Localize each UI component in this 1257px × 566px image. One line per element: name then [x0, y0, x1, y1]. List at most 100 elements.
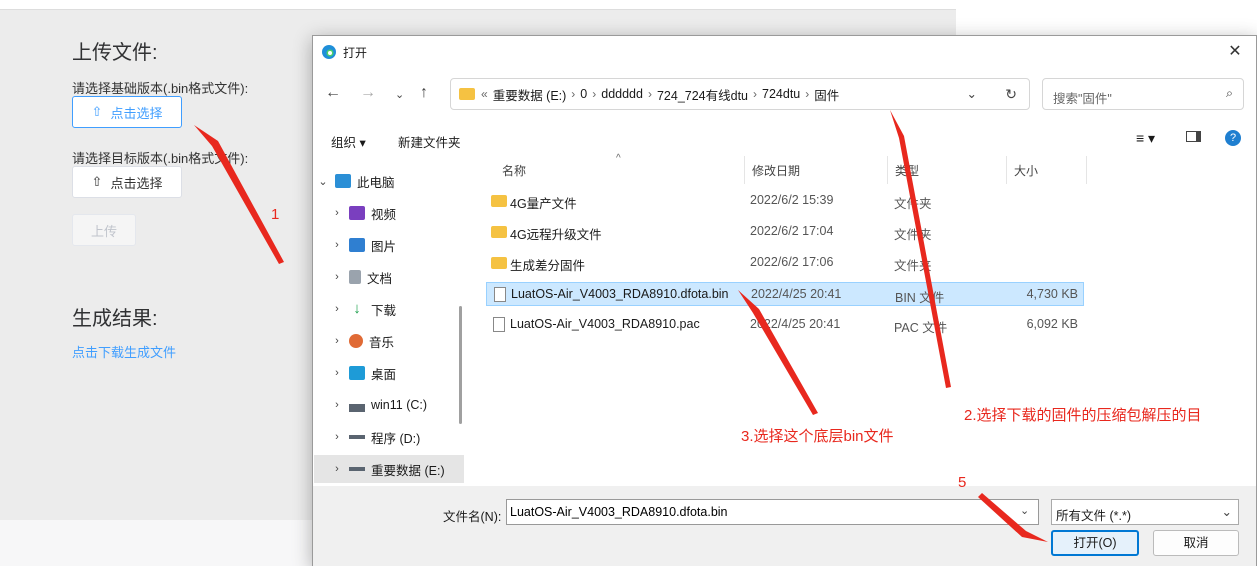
file-size: 6,092 KB: [1026, 317, 1078, 331]
chevron-right-icon[interactable]: ›: [328, 207, 346, 219]
breadcrumb-firmware[interactable]: 固件: [814, 85, 839, 104]
folder-icon: [491, 226, 507, 238]
base-select-button[interactable]: ⇧ 点击选择: [72, 96, 182, 128]
file-name: LuatOS-Air_V4003_RDA8910.pac: [510, 317, 700, 331]
file-row-selected[interactable]: LuatOS-Air_V4003_RDA8910.dfota.bin 2022/…: [486, 282, 1084, 306]
breadcrumb-dddddd[interactable]: dddddd: [601, 87, 643, 101]
refresh-icon[interactable]: ↻: [1005, 86, 1017, 103]
video-icon: [349, 206, 365, 220]
up-arrow-icon[interactable]: ↑: [420, 84, 428, 102]
navigation-pane: ⌄ 此电脑 › 视频 › 图片 › 文档 › ↓ 下载 › 音乐 › 桌面 › win11 (C:…: [314, 156, 467, 486]
result-title: 生成结果:: [72, 308, 158, 330]
file-row[interactable]: 生成差分固件 2022/6/2 17:06 文件夹: [486, 251, 1084, 275]
nav-label: 桌面: [371, 367, 397, 382]
nav-item-drive-c[interactable]: › win11 (C:): [314, 391, 464, 419]
chevron-right-icon[interactable]: ›: [328, 431, 346, 443]
organize-menu[interactable]: 组织 ▾: [331, 132, 366, 151]
file-row[interactable]: 4G量产文件 2022/6/2 15:39 文件夹: [486, 189, 1084, 213]
download-icon: ↓: [353, 300, 361, 317]
nav-item-desktop[interactable]: › 桌面: [314, 359, 464, 387]
chevron-right-icon: ›: [753, 87, 758, 101]
column-header-type[interactable]: 类型: [887, 162, 919, 186]
file-type-select[interactable]: 所有文件 (*.*) ⌄: [1051, 499, 1239, 525]
nav-label: 重要数据 (E:): [371, 463, 445, 478]
nav-label: 音乐: [369, 335, 395, 350]
file-type: 文件夹: [894, 197, 932, 211]
address-dropdown-icon[interactable]: ⌄: [967, 86, 977, 101]
base-select-label: 点击选择: [110, 105, 163, 121]
dialog-titlebar: 打开 ✕: [313, 36, 1256, 68]
command-bar: 组织 ▾ 新建文件夹 ≡ ▾ ?: [313, 122, 1256, 156]
chevron-down-icon: ⌄: [1221, 505, 1232, 519]
chevron-right-icon: ›: [592, 87, 597, 101]
upload-button[interactable]: 上传: [72, 214, 136, 246]
file-date: 2022/4/25 20:41: [751, 287, 842, 301]
chevron-right-icon[interactable]: ›: [328, 239, 346, 251]
breadcrumb-724-dtu[interactable]: 724_724有线dtu: [657, 85, 748, 104]
nav-item-downloads[interactable]: › ↓ 下载: [314, 295, 464, 323]
chevron-right-icon[interactable]: ›: [328, 335, 346, 347]
back-arrow-icon[interactable]: ←: [325, 84, 341, 102]
upload-icon: ⇧: [91, 104, 103, 119]
column-header-date[interactable]: 修改日期: [744, 162, 800, 186]
nav-scrollbar[interactable]: [459, 306, 462, 424]
chevron-right-icon[interactable]: ›: [328, 399, 346, 411]
column-header-name[interactable]: 名称: [494, 162, 526, 186]
file-row[interactable]: 4G远程升级文件 2022/6/2 17:04 文件夹: [486, 220, 1084, 244]
file-type: 文件夹: [894, 259, 932, 273]
target-select-button[interactable]: ⇧ 点击选择: [72, 166, 182, 198]
breadcrumb-drive-e[interactable]: 重要数据 (E:): [493, 85, 567, 104]
file-date: 2022/6/2 17:06: [750, 255, 834, 269]
navigation-bar: ← → ⌄ ↑ « 重要数据 (E:) › 0 › dddddd › 724_724有…: [313, 72, 1256, 116]
file-row[interactable]: LuatOS-Air_V4003_RDA8910.pac 2022/4/25 2…: [486, 313, 1084, 337]
nav-label: win11 (C:): [371, 398, 428, 412]
file-name: LuatOS-Air_V4003_RDA8910.dfota.bin: [511, 287, 729, 301]
nav-item-video[interactable]: › 视频: [314, 199, 464, 227]
open-file-dialog: 打开 ✕ ← → ⌄ ↑ « 重要数据 (E:) › 0 › dddddd › 724…: [312, 35, 1257, 566]
nav-item-drive-e[interactable]: › 重要数据 (E:): [314, 455, 464, 483]
search-placeholder: 搜索"固件": [1053, 92, 1112, 106]
annotation-step-3: 3.选择这个底层bin文件: [741, 428, 894, 445]
nav-item-documents[interactable]: › 文档: [314, 263, 464, 291]
close-icon[interactable]: ✕: [1224, 41, 1246, 61]
column-header-size[interactable]: 大小: [1006, 162, 1038, 186]
sort-up-icon: ^: [616, 153, 621, 164]
column-divider[interactable]: [1086, 156, 1087, 184]
help-icon[interactable]: ?: [1225, 130, 1241, 146]
forward-arrow-icon[interactable]: →: [360, 84, 376, 102]
filename-label: 文件名(N):: [443, 510, 502, 524]
target-version-label: 请选择目标版本(.bin格式文件):: [72, 151, 249, 166]
breadcrumb-724dtu[interactable]: 724dtu: [762, 87, 800, 101]
folder-icon: [491, 257, 507, 269]
chevron-right-icon[interactable]: ›: [328, 303, 346, 315]
new-folder-button[interactable]: 新建文件夹: [398, 132, 461, 151]
nav-item-drive-d[interactable]: › 程序 (D:): [314, 423, 464, 451]
chevron-right-icon[interactable]: ›: [328, 271, 346, 283]
annotation-step-1: 1: [271, 206, 280, 223]
address-bar[interactable]: « 重要数据 (E:) › 0 › dddddd › 724_724有线dtu › 72…: [450, 78, 1030, 110]
edge-browser-icon: [322, 45, 336, 59]
cancel-button[interactable]: 取消: [1153, 530, 1239, 556]
music-icon: [349, 334, 363, 348]
open-button[interactable]: 打开(O): [1051, 530, 1139, 556]
view-menu-icon[interactable]: ≡ ▾: [1136, 130, 1155, 147]
folder-icon: [459, 88, 475, 100]
chevron-down-icon[interactable]: ⌄: [314, 175, 332, 188]
pc-icon: [335, 174, 351, 188]
chevron-right-icon[interactable]: ›: [328, 367, 346, 379]
chevron-right-icon[interactable]: ›: [328, 463, 346, 475]
download-link[interactable]: 点击下载生成文件: [72, 342, 176, 361]
preview-pane-icon[interactable]: [1186, 131, 1201, 145]
filename-input[interactable]: [506, 499, 1039, 525]
nav-item-music[interactable]: › 音乐: [314, 327, 464, 355]
breadcrumb-0[interactable]: 0: [580, 87, 587, 101]
file-type: PAC 文件: [894, 321, 948, 335]
nav-item-pictures[interactable]: › 图片: [314, 231, 464, 259]
breadcrumb-overflow[interactable]: «: [481, 87, 488, 101]
target-select-label: 点击选择: [110, 175, 163, 191]
nav-item-this-pc[interactable]: ⌄ 此电脑: [314, 167, 464, 195]
folder-icon: [491, 195, 507, 207]
history-dropdown-icon[interactable]: ⌄: [395, 88, 404, 101]
filename-dropdown-icon[interactable]: ⌄: [1020, 504, 1029, 517]
search-input[interactable]: 搜索"固件" ⌕: [1042, 78, 1244, 110]
